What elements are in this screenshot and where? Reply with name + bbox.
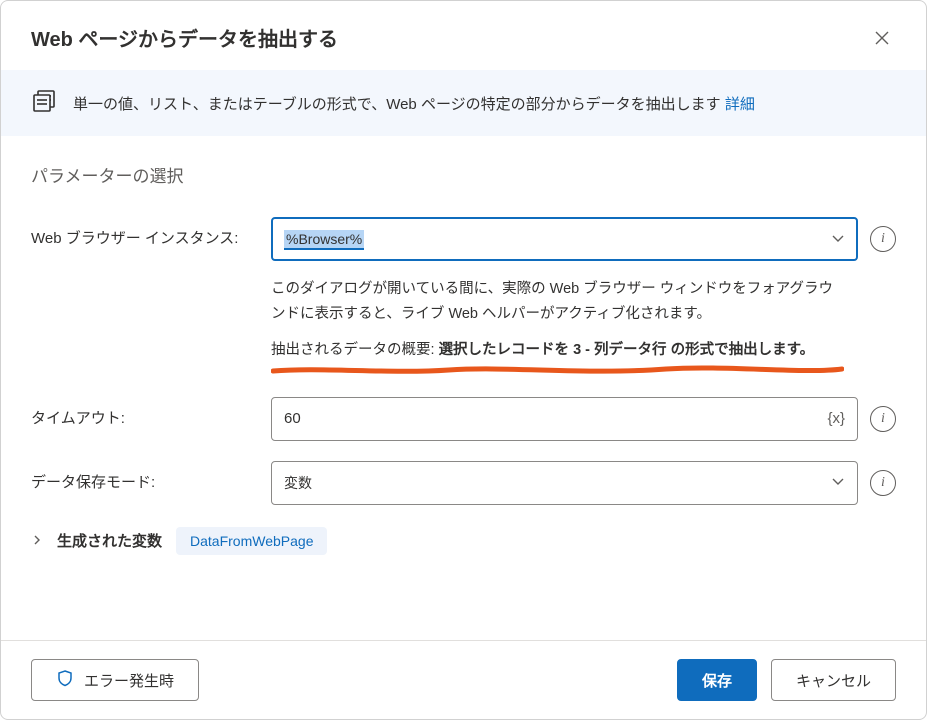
annotation-underline [271, 363, 844, 377]
store-mode-select[interactable]: 変数 [271, 461, 858, 505]
chevron-right-icon [31, 534, 43, 546]
help-line-1: このダイアログが開いている間に、実際の Web ブラウザー ウィンドウをフォアグ… [271, 277, 844, 326]
footer-actions: 保存 キャンセル [677, 659, 896, 701]
help-summary: 抽出されるデータの概要: 選択したレコードを 3 - 列データ行 の形式で抽出し… [271, 338, 844, 367]
close-button[interactable] [868, 24, 896, 52]
expand-toggle[interactable] [31, 533, 43, 549]
details-link[interactable]: 詳細 [725, 96, 755, 113]
row-browser-instance: Web ブラウザー インスタンス: %Browser% i [31, 217, 896, 261]
section-title: パラメーターの選択 [31, 162, 896, 187]
dialog-content: パラメーターの選択 Web ブラウザー インスタンス: %Browser% i … [1, 136, 926, 640]
timeout-input[interactable] [284, 410, 827, 427]
dialog-header: Web ページからデータを抽出する [1, 1, 926, 70]
label-browser-instance: Web ブラウザー インスタンス: [31, 217, 271, 248]
extract-icon [31, 88, 57, 118]
banner-text: 単一の値、リスト、またはテーブルの形式で、Web ページの特定の部分からデータを… [73, 93, 755, 114]
info-icon[interactable]: i [870, 470, 896, 496]
dialog-footer: エラー発生時 保存 キャンセル [1, 640, 926, 719]
info-icon[interactable]: i [870, 226, 896, 252]
on-error-button[interactable]: エラー発生時 [31, 659, 199, 701]
close-icon [874, 30, 890, 46]
info-icon[interactable]: i [870, 406, 896, 432]
generated-variables-label: 生成された変数 [57, 530, 162, 551]
row-timeout: タイムアウト: {x} i [31, 397, 896, 441]
save-button[interactable]: 保存 [677, 659, 757, 701]
label-timeout: タイムアウト: [31, 397, 271, 428]
help-text-block: このダイアログが開いている間に、実際の Web ブラウザー ウィンドウをフォアグ… [271, 277, 844, 367]
chevron-down-icon [831, 474, 845, 491]
browser-instance-value: %Browser% [284, 231, 831, 247]
label-store-mode: データ保存モード: [31, 461, 271, 492]
generated-variables-section: 生成された変数 DataFromWebPage [31, 527, 896, 555]
info-banner: 単一の値、リスト、またはテーブルの形式で、Web ページの特定の部分からデータを… [1, 70, 926, 136]
browser-instance-select[interactable]: %Browser% [271, 217, 858, 261]
store-mode-value: 変数 [284, 473, 831, 493]
variable-picker-icon[interactable]: {x} [827, 410, 845, 427]
shield-icon [56, 669, 74, 691]
variable-badge[interactable]: DataFromWebPage [176, 527, 327, 555]
timeout-input-wrapper: {x} [271, 397, 858, 441]
chevron-down-icon [831, 231, 845, 248]
cancel-button[interactable]: キャンセル [771, 659, 896, 701]
row-store-mode: データ保存モード: 変数 i [31, 461, 896, 505]
dialog-title: Web ページからデータを抽出する [31, 23, 338, 52]
